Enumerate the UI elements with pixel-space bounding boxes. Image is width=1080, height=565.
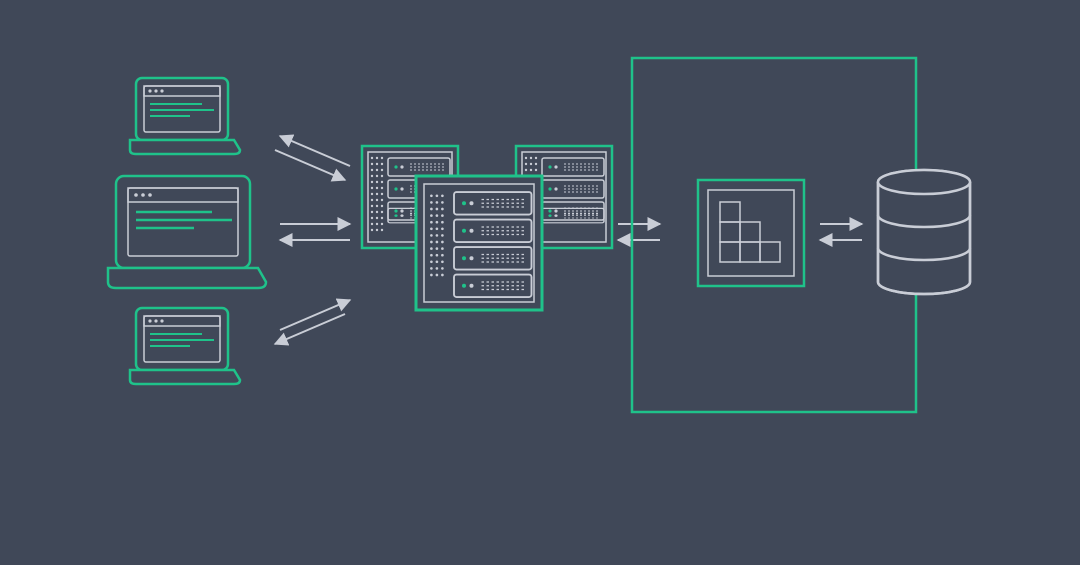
arrow-bidirectional-icon bbox=[820, 224, 862, 240]
arrow-bidirectional-icon bbox=[618, 224, 660, 240]
arrow-bidirectional-icon bbox=[275, 300, 350, 344]
server-rack-icon bbox=[416, 176, 542, 310]
laptop-icon bbox=[130, 78, 240, 154]
database-icon bbox=[878, 170, 970, 294]
architecture-diagram bbox=[0, 0, 1080, 565]
laptop-icon bbox=[130, 308, 240, 384]
cache-region-icon bbox=[632, 58, 916, 412]
arrow-bidirectional-icon bbox=[280, 224, 350, 240]
arrow-bidirectional-icon bbox=[275, 136, 350, 180]
laptop-icon bbox=[108, 176, 266, 288]
